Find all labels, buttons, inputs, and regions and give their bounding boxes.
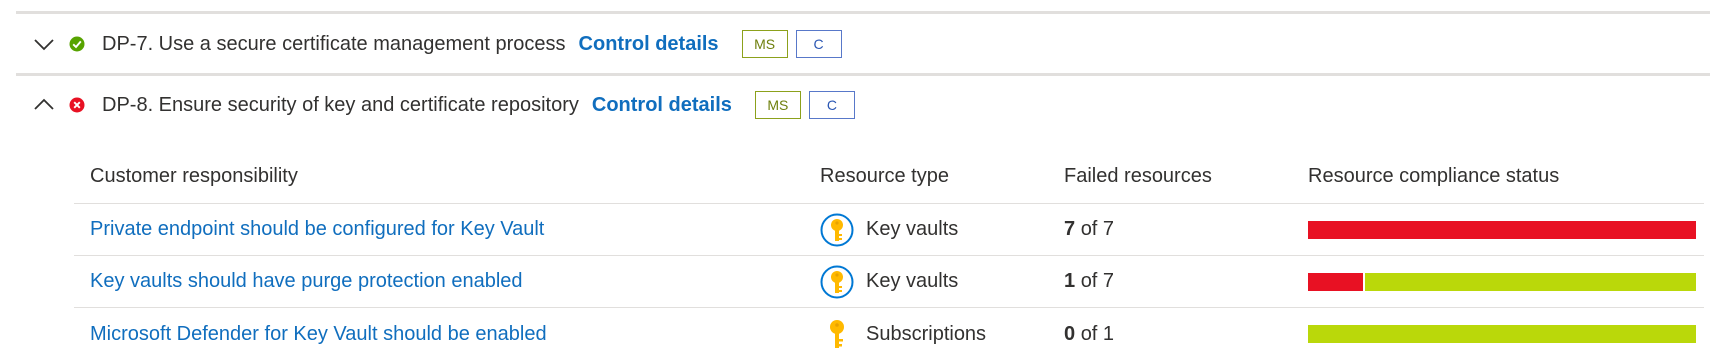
failed-resources: 7 of 7 (1064, 218, 1114, 241)
failed-total: of 1 (1080, 322, 1115, 345)
control-title: DP-8. Ensure security of key and certifi… (102, 93, 579, 116)
header-customer-responsibility[interactable]: Customer responsibility (90, 150, 298, 203)
failed-count: 7 (1064, 218, 1076, 240)
failed-total: of 7 (1080, 270, 1115, 292)
table-row[interactable]: Microsoft Defender for Key Vault should … (74, 308, 1704, 352)
responsibility-table: Customer responsibility Resource type Fa… (74, 150, 1704, 352)
chevron-down-icon[interactable] (22, 24, 66, 64)
failed-total: of 7 (1080, 218, 1115, 240)
header-failed-resources[interactable]: Failed resources (1064, 150, 1212, 203)
ms-badge: MS (754, 91, 801, 119)
compliance-bar-passed (1308, 325, 1696, 343)
compliance-bar (1308, 272, 1696, 291)
table-row[interactable]: Key vaults should have purge protection … (74, 256, 1704, 308)
control-details-link[interactable]: Control details (579, 33, 719, 56)
compliance-bar-failed (1308, 220, 1696, 239)
failed-count: 1 (1064, 270, 1076, 292)
compliance-bar (1308, 220, 1696, 239)
compliance-bar-failed (1308, 272, 1364, 291)
control-divider (16, 73, 1710, 76)
resource-type-cell: Key vaults (820, 213, 958, 247)
policy-link[interactable]: Key vaults should have purge protection … (90, 270, 523, 293)
resource-type-label: Key vaults (866, 270, 959, 292)
key-vault-icon (820, 265, 854, 298)
failed-resources: 1 of 7 (1064, 270, 1114, 293)
policy-link[interactable]: Private endpoint should be configured fo… (90, 218, 544, 241)
c-badge: C (795, 30, 842, 58)
resource-type-label: Key vaults (866, 218, 959, 240)
header-resource-type[interactable]: Resource type (820, 150, 949, 203)
policy-link[interactable]: Microsoft Defender for Key Vault should … (90, 323, 547, 346)
control-details-link[interactable]: Control details (592, 94, 732, 117)
ms-badge: MS (741, 30, 788, 58)
control-row-dp8[interactable]: DP-8. Ensure security of key and certifi… (0, 85, 855, 125)
key-icon (830, 320, 844, 348)
chevron-up-icon[interactable] (22, 85, 66, 125)
header-compliance-status[interactable]: Resource compliance status (1308, 150, 1559, 203)
failed-resources: 0 of 1 (1064, 323, 1114, 346)
table-header: Customer responsibility Resource type Fa… (74, 150, 1704, 204)
control-title: DP-7. Use a secure certificate managemen… (102, 32, 566, 55)
control-row-dp7[interactable]: DP-7. Use a secure certificate managemen… (0, 24, 842, 64)
failed-count: 0 (1064, 322, 1076, 345)
error-circle-icon (66, 94, 88, 116)
compliance-bar-passed (1365, 272, 1696, 291)
top-divider (16, 11, 1710, 14)
c-badge: C (808, 91, 855, 119)
resource-type-cell: Key vaults (820, 265, 958, 299)
resource-type-cell: Subscriptions (820, 317, 986, 351)
resource-type-label: Subscriptions (866, 322, 987, 345)
compliance-bar (1308, 325, 1696, 343)
key-vault-icon (820, 213, 854, 246)
table-row[interactable]: Private endpoint should be configured fo… (74, 204, 1704, 256)
check-circle-icon (66, 33, 88, 55)
